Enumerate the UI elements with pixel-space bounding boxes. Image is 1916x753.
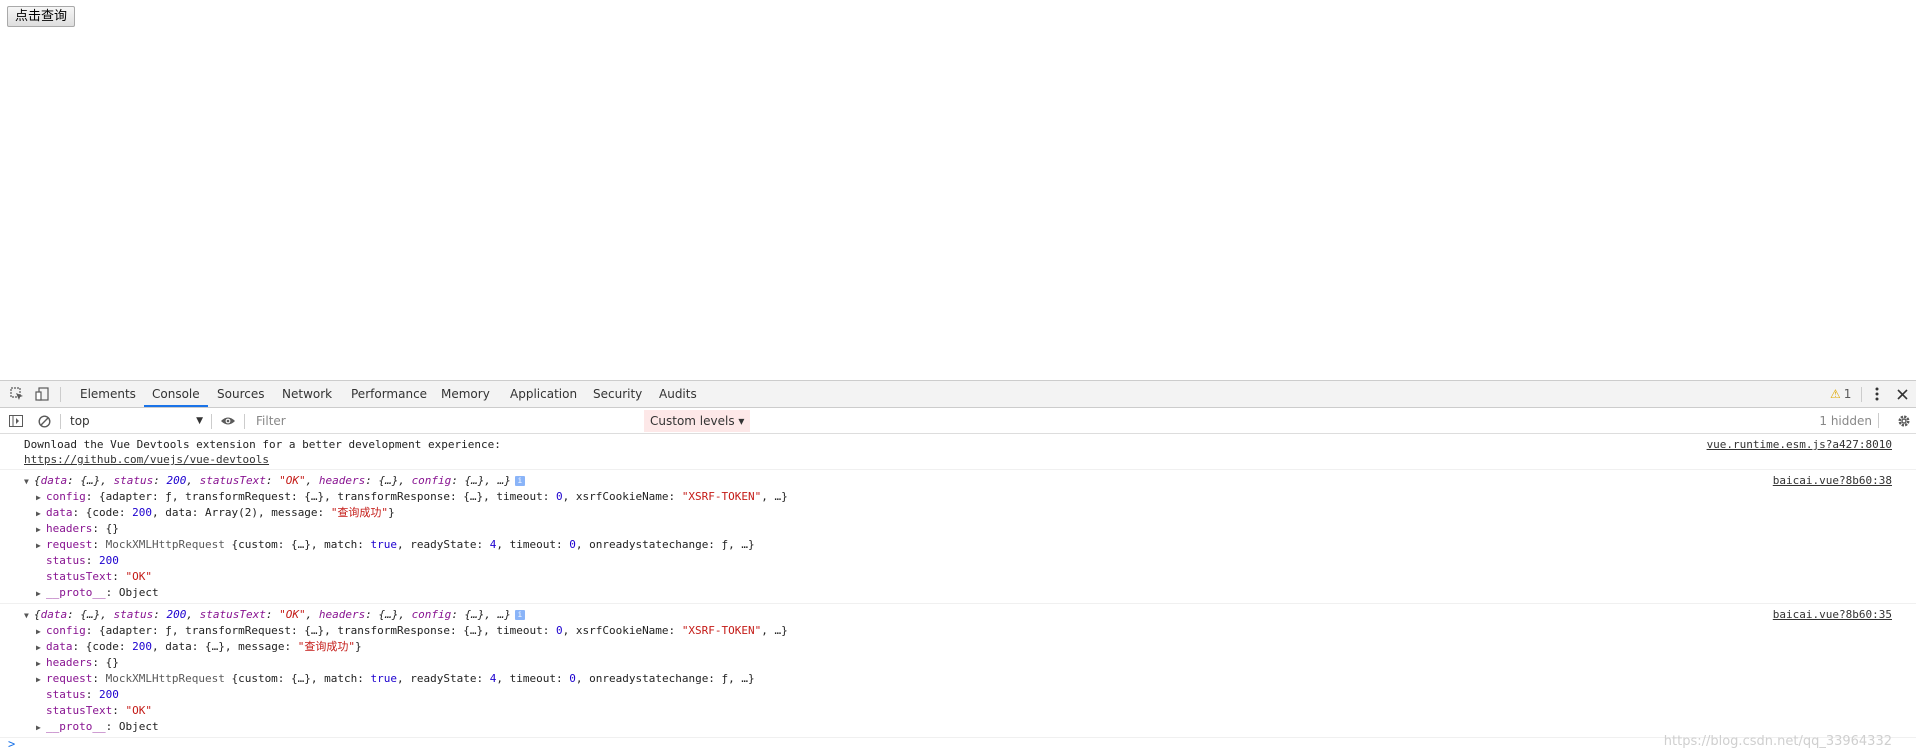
filter-input[interactable] xyxy=(252,411,650,431)
expand-triangle-icon: ▶ xyxy=(36,541,41,550)
log-levels-dropdown[interactable]: Custom levels ▾ xyxy=(644,410,751,432)
message-text: Download the Vue Devtools extension for … xyxy=(24,438,501,451)
gear-icon[interactable] xyxy=(1896,413,1912,429)
warning-icon: ⚠ xyxy=(1830,387,1841,401)
devtools-link[interactable]: https://github.com/vuejs/vue-devtools xyxy=(24,453,269,466)
source-link[interactable]: baicai.vue?8b60:38 xyxy=(1773,473,1892,489)
warning-counter[interactable]: ⚠ 1 xyxy=(1830,381,1851,407)
tab-performance[interactable]: Performance xyxy=(343,381,435,407)
source-link[interactable]: vue.runtime.esm.js?a427:8010 xyxy=(1707,437,1892,453)
property-status: status: 200 xyxy=(46,688,119,701)
property-request[interactable]: ▶ request: MockXMLHttpRequest {custom: {…… xyxy=(36,671,755,687)
property-data[interactable]: ▶ data: {code: 200, data: Array(2), messa… xyxy=(36,505,395,521)
property-headers[interactable]: ▶ headers: {} xyxy=(36,521,119,537)
toolbar-divider xyxy=(1878,413,1879,428)
console-output: Download the Vue Devtools extension for … xyxy=(0,435,1916,753)
watermark: https://blog.csdn.net/qq_33964332 xyxy=(1663,734,1892,749)
hidden-messages-count: 1 hidden xyxy=(1819,414,1872,428)
clear-icon[interactable] xyxy=(36,413,52,429)
close-icon[interactable] xyxy=(1894,386,1910,402)
console-message: ▼ {data: {…}, status: 200, statusText: "O… xyxy=(0,470,1916,604)
property-statustext: statusText: "OK" xyxy=(46,704,152,717)
devtools-panel: Elements Console Sources Network Perform… xyxy=(0,380,1916,752)
toolbar-divider xyxy=(211,414,212,429)
page-content: 点击查询 xyxy=(0,0,1916,380)
console-prompt[interactable]: > xyxy=(8,737,15,751)
property-request[interactable]: ▶ request: MockXMLHttpRequest {custom: {…… xyxy=(36,537,755,553)
console-message: ▼ {data: {…}, status: 200, statusText: "O… xyxy=(0,604,1916,738)
info-icon: i xyxy=(514,476,525,486)
expand-triangle-icon: ▶ xyxy=(36,723,41,732)
property-config[interactable]: ▶ config: {adapter: ƒ, transformRequest: … xyxy=(36,489,788,505)
context-select[interactable]: top ▼ xyxy=(70,411,203,431)
tab-network[interactable]: Network xyxy=(274,381,340,407)
expand-triangle-icon: ▶ xyxy=(36,509,41,518)
inspect-icon[interactable] xyxy=(9,386,25,402)
console-message: Download the Vue Devtools extension for … xyxy=(0,435,1916,470)
tab-console[interactable]: Console xyxy=(144,381,208,407)
toolbar-divider xyxy=(244,414,245,429)
console-filter-bar: top ▼ Custom levels ▾ 1 hidden xyxy=(0,408,1916,434)
sidebar-icon[interactable] xyxy=(8,413,24,429)
object-summary[interactable]: ▼ {data: {…}, status: 200, statusText: "O… xyxy=(24,607,525,623)
property-proto[interactable]: ▶ __proto__: Object xyxy=(36,585,159,601)
toolbar-divider xyxy=(60,414,61,429)
toolbar-divider xyxy=(1861,387,1862,402)
property-statustext: statusText: "OK" xyxy=(46,570,152,583)
expand-triangle-icon: ▶ xyxy=(36,589,41,598)
info-icon: i xyxy=(514,610,525,620)
source-link[interactable]: baicai.vue?8b60:35 xyxy=(1773,607,1892,623)
expand-triangle-icon: ▶ xyxy=(36,675,41,684)
tab-audits[interactable]: Audits xyxy=(651,381,705,407)
context-value: top xyxy=(70,414,90,428)
property-data[interactable]: ▶ data: {code: 200, data: {…}, message: "… xyxy=(36,639,362,655)
expand-triangle-icon: ▶ xyxy=(36,643,41,652)
warning-count: 1 xyxy=(1843,387,1852,401)
expand-triangle-icon: ▶ xyxy=(36,627,41,636)
property-headers[interactable]: ▶ headers: {} xyxy=(36,655,119,671)
query-button[interactable]: 点击查询 xyxy=(7,6,76,27)
property-config[interactable]: ▶ config: {adapter: ƒ, transformRequest: … xyxy=(36,623,788,639)
tab-elements[interactable]: Elements xyxy=(72,381,144,407)
tab-memory[interactable]: Memory xyxy=(433,381,498,407)
chevron-down-icon: ▼ xyxy=(196,416,203,426)
expand-triangle-icon: ▼ xyxy=(24,611,29,620)
tab-application[interactable]: Application xyxy=(502,381,585,407)
devtools-tabbar: Elements Console Sources Network Perform… xyxy=(0,381,1916,408)
property-proto[interactable]: ▶ __proto__: Object xyxy=(36,719,159,735)
expand-triangle-icon: ▶ xyxy=(36,493,41,502)
property-status: status: 200 xyxy=(46,554,119,567)
kebab-icon[interactable] xyxy=(1869,386,1885,402)
expand-triangle-icon: ▼ xyxy=(24,477,29,486)
expand-triangle-icon: ▶ xyxy=(36,659,41,668)
tab-sources[interactable]: Sources xyxy=(209,381,272,407)
tab-security[interactable]: Security xyxy=(585,381,650,407)
toolbar-divider xyxy=(60,387,61,402)
object-summary[interactable]: ▼ {data: {…}, status: 200, statusText: "O… xyxy=(24,473,525,489)
device-icon[interactable] xyxy=(34,386,50,402)
expand-triangle-icon: ▶ xyxy=(36,525,41,534)
eye-icon[interactable] xyxy=(220,413,236,429)
